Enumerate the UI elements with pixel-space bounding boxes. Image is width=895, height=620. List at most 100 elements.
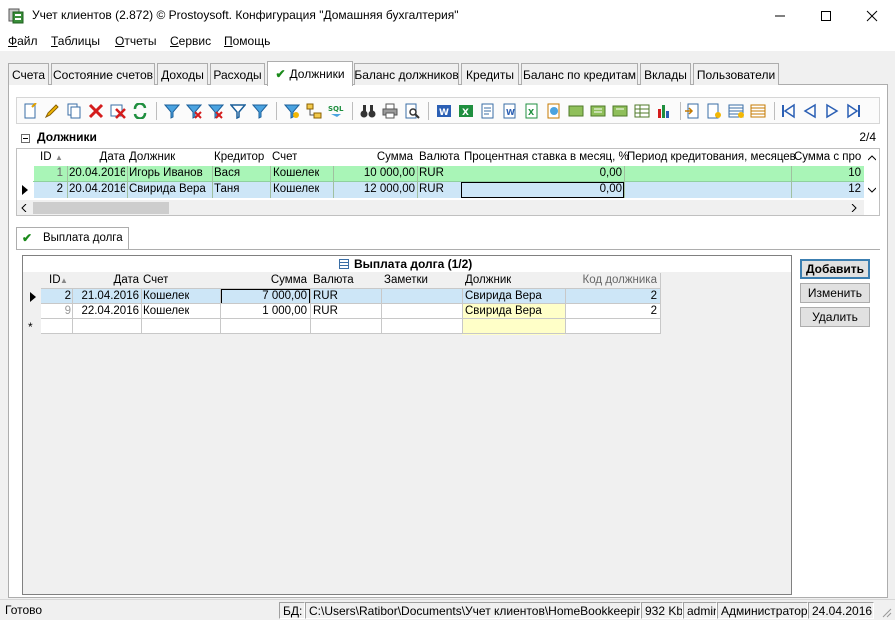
menu-reports[interactable]: Отчеты (115, 34, 157, 48)
export-xml-icon[interactable] (590, 103, 606, 119)
filter-icon[interactable] (164, 103, 180, 119)
cell-total: 10 (848, 167, 861, 179)
col-header-sum[interactable]: Сумма (223, 273, 307, 288)
tab-accounts[interactable]: Счета (8, 63, 49, 85)
payments-grid[interactable]: Выплата долга (1/2) ID ▲ Дата Счет Сумма… (22, 255, 792, 595)
col-header-debtor[interactable]: Должник (129, 150, 175, 165)
debtors-section-header: Должники 2/4 (16, 128, 880, 146)
scroll-right-icon[interactable] (851, 204, 857, 212)
new-row-icon: * (28, 320, 33, 334)
menu-tables[interactable]: Таблицы (51, 34, 100, 48)
col-header-period[interactable]: Период кредитования, месяцев (627, 150, 796, 165)
edit-button[interactable]: Изменить (800, 283, 870, 303)
export-word2-icon[interactable]: W (502, 103, 518, 119)
col-header-debtor[interactable]: Должник (465, 273, 511, 288)
delete-icon[interactable] (88, 103, 104, 119)
print-icon[interactable] (382, 103, 398, 119)
db-path: C:\Users\Ratibor\Documents\Учет клиентов… (305, 602, 641, 619)
new-record-icon[interactable] (22, 103, 38, 119)
horizontal-scrollbar[interactable] (17, 200, 864, 215)
minimize-button[interactable] (757, 0, 803, 31)
chart-icon[interactable] (656, 103, 672, 119)
report-icon[interactable] (706, 103, 722, 119)
cell-rate: 0,00 (599, 167, 622, 179)
tab-debtors[interactable]: ✔ Должники (267, 61, 353, 86)
filter-clear-icon[interactable] (186, 103, 202, 119)
new-row[interactable] (41, 319, 660, 334)
col-header-sum[interactable]: Сумма (335, 150, 413, 165)
window-title: Учет клиентов (2.872) © Prostoysoft. Кон… (32, 8, 459, 22)
col-header-id[interactable]: ID (40, 150, 52, 165)
col-header-rate[interactable]: Процентная ставка в месяц, % (464, 150, 629, 165)
prev-record-icon[interactable] (802, 103, 818, 119)
maximize-button[interactable] (803, 0, 849, 31)
binoculars-icon[interactable] (360, 103, 376, 119)
print-preview-icon[interactable] (404, 103, 420, 119)
col-header-currency[interactable]: Валюта (313, 273, 354, 288)
col-header-account[interactable]: Счет (143, 273, 168, 288)
scroll-thumb[interactable] (33, 202, 169, 214)
menu-file[interactable]: Файл (8, 34, 38, 48)
copy-icon[interactable] (66, 103, 82, 119)
col-header-currency[interactable]: Валюта (419, 150, 460, 165)
collapse-icon[interactable] (21, 134, 30, 143)
col-header-date[interactable]: Дата (69, 150, 125, 165)
col-header-notes[interactable]: Заметки (384, 273, 428, 288)
title-bar: Учет клиентов (2.872) © Prostoysoft. Кон… (0, 0, 895, 31)
scroll-up-icon[interactable] (868, 155, 876, 161)
columns-icon[interactable] (728, 103, 744, 119)
col-header-creditor[interactable]: Кредитор (214, 150, 264, 165)
export-txt-icon[interactable] (612, 103, 628, 119)
sql-icon[interactable]: SQL (328, 103, 344, 119)
next-record-icon[interactable] (824, 103, 840, 119)
filter-settings-icon[interactable] (252, 103, 268, 119)
col-header-debtor-code[interactable]: Код должника (567, 273, 657, 288)
resize-grip-icon[interactable] (880, 606, 892, 618)
col-header-id[interactable]: ID (49, 273, 61, 288)
delete-all-icon[interactable] (110, 103, 126, 119)
tab-credit-balance[interactable]: Баланс по кредитам (521, 63, 638, 85)
filter-group-icon[interactable] (284, 103, 300, 119)
col-header-date[interactable]: Дата (73, 273, 139, 288)
close-button[interactable] (849, 0, 895, 31)
export-csv-icon[interactable] (568, 103, 584, 119)
tab-account-status[interactable]: Состояние счетов (51, 63, 155, 85)
tab-expenses[interactable]: Расходы (210, 63, 265, 85)
subtab-payment[interactable]: ✔ Выплата долга (16, 227, 129, 250)
menu-service[interactable]: Сервис (170, 34, 211, 48)
add-button[interactable]: Добавить (800, 259, 870, 279)
last-record-icon[interactable] (846, 103, 862, 119)
tab-income[interactable]: Доходы (157, 63, 208, 85)
import-icon[interactable] (684, 103, 700, 119)
tab-debtor-balance[interactable]: Баланс должников (354, 63, 459, 85)
settings-table-icon[interactable] (750, 103, 766, 119)
filter-outline-icon[interactable] (230, 103, 246, 119)
tab-credits[interactable]: Кредиты (461, 63, 519, 85)
tab-users[interactable]: Пользователи (693, 63, 779, 85)
filter-remove-icon[interactable] (208, 103, 224, 119)
cell-creditor: Таня (214, 183, 240, 195)
cell-account: Кошелек (273, 167, 320, 179)
debtors-title: Должники (37, 130, 97, 144)
scroll-left-icon[interactable] (21, 204, 27, 212)
delete-button[interactable]: Удалить (800, 307, 870, 327)
vertical-scrollbar[interactable] (864, 149, 879, 200)
export-word-icon[interactable]: W (436, 103, 452, 119)
edit-pencil-icon[interactable] (44, 103, 60, 119)
check-icon: ✔ (275, 67, 286, 81)
refresh-icon[interactable] (132, 103, 148, 119)
tree-icon[interactable] (306, 103, 322, 119)
col-header-total[interactable]: Сумма с про (794, 150, 864, 165)
menu-help[interactable]: Помощь (224, 34, 270, 48)
export-table-icon[interactable] (634, 103, 650, 119)
debtors-grid[interactable]: ID ▲ Дата Должник Кредитор Счет Сумма Ва… (16, 148, 880, 216)
export-excel2-icon[interactable]: X (524, 103, 540, 119)
first-record-icon[interactable] (780, 103, 796, 119)
tab-deposits[interactable]: Вклады (640, 63, 691, 85)
export-excel-icon[interactable]: X (458, 103, 474, 119)
scroll-down-icon[interactable] (868, 187, 876, 193)
col-header-account[interactable]: Счет (272, 150, 297, 165)
export-html-icon[interactable] (546, 103, 562, 119)
cell-debtor-code: 2 (650, 305, 657, 317)
export-doc-icon[interactable] (480, 103, 496, 119)
